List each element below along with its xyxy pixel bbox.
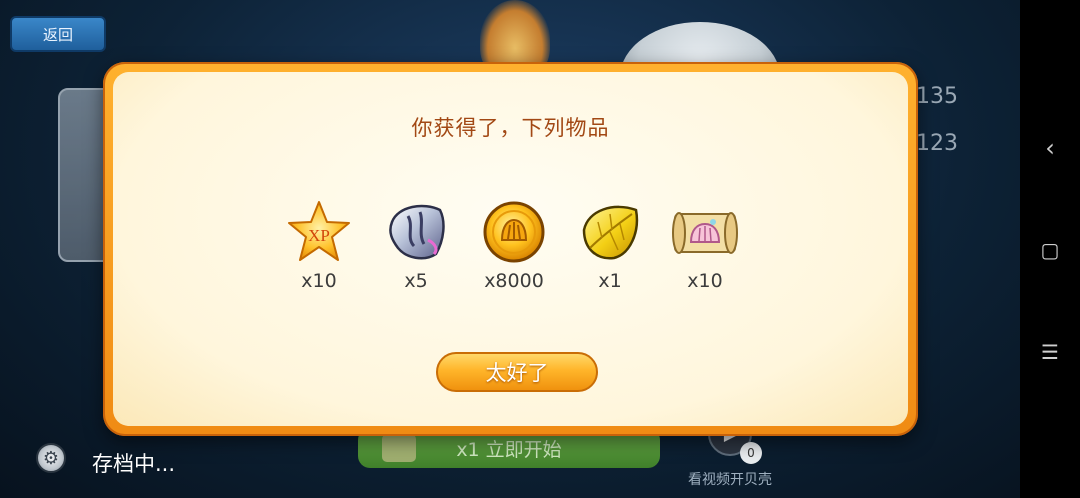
gear-icon[interactable]: ⚙: [36, 443, 66, 473]
android-nav-bar: ‹ ▢ ☰: [1020, 0, 1080, 498]
video-label: 看视频开贝壳: [688, 472, 772, 488]
reward-item: x1: [570, 200, 650, 300]
item-quantity: x10: [687, 270, 723, 292]
reward-item: XP x10: [279, 200, 359, 300]
reward-dialog-body: 你获得了，下列物品 XP x10 x5 x8000 x1 x10 太好了: [113, 72, 908, 426]
reward-item: x5: [376, 200, 456, 300]
reward-item: x10: [665, 200, 745, 300]
reward-items: XP x10 x5 x8000 x1 x10: [279, 200, 753, 300]
scroll-icon: [382, 434, 416, 462]
treasure-map-icon: [672, 212, 738, 254]
svg-text:XP: XP: [308, 226, 330, 245]
start-now-label: x1 立即开始: [456, 438, 562, 461]
confirm-button[interactable]: 太好了: [436, 352, 598, 392]
dialog-title: 你获得了，下列物品: [411, 116, 610, 140]
nav-back-icon[interactable]: ‹: [1020, 134, 1080, 162]
gold-coin-icon: [483, 201, 545, 263]
nav-menu-icon[interactable]: ☰: [1020, 340, 1080, 364]
xp-star-icon: XP: [288, 201, 350, 261]
saving-status: 存档中...: [92, 452, 176, 476]
nav-home-icon[interactable]: ▢: [1020, 238, 1080, 262]
golden-leaf-icon: [582, 205, 639, 260]
item-quantity: x8000: [484, 270, 544, 292]
reward-item: x8000: [474, 200, 554, 300]
side-number-top: 135: [916, 84, 958, 109]
item-quantity: x10: [301, 270, 337, 292]
side-number-bottom: 123: [916, 131, 958, 156]
item-quantity: x1: [598, 270, 622, 292]
shell-gem-icon: [389, 204, 445, 260]
back-button[interactable]: 返回: [10, 16, 106, 52]
reward-dialog: 你获得了，下列物品 XP x10 x5 x8000 x1 x10 太好了: [103, 62, 918, 436]
video-count-badge: 0: [740, 442, 762, 464]
item-quantity: x5: [404, 270, 428, 292]
